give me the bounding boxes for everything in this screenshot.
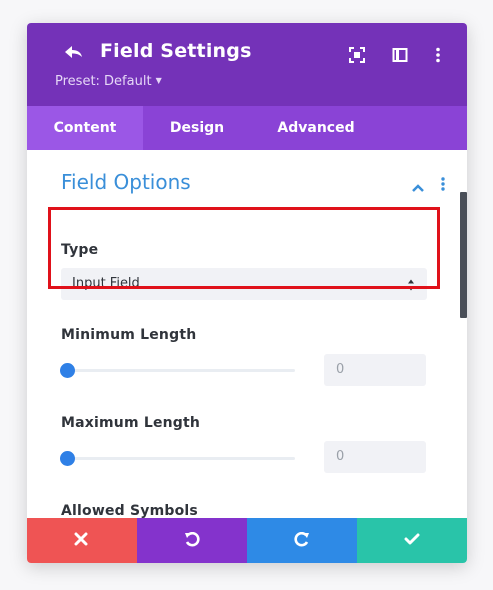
section-more-icon[interactable]	[440, 176, 446, 192]
sidebar-layout-icon[interactable]	[392, 47, 408, 63]
chevron-up-icon[interactable]	[411, 178, 425, 192]
min-length-label: Minimum Length	[61, 327, 197, 343]
modal-header: Field Settings Preset: Default ▼	[27, 23, 467, 106]
tab-design[interactable]: Design	[143, 106, 251, 150]
allowed-symbols-label: Allowed Symbols	[61, 503, 198, 518]
back-arrow-icon[interactable]	[63, 43, 85, 63]
tab-advanced[interactable]: Advanced	[251, 106, 381, 150]
tab-bar: Content Design Advanced	[27, 106, 467, 150]
caret-down-icon: ▼	[155, 76, 162, 85]
max-length-slider-handle[interactable]	[60, 451, 75, 466]
preset-dropdown[interactable]: Preset: Default ▼	[55, 74, 162, 89]
redo-button[interactable]	[247, 518, 357, 563]
min-length-value: 0	[336, 362, 345, 377]
settings-body: Field Options Type Input Field Minimum L…	[27, 150, 467, 518]
highlight-box	[48, 207, 440, 289]
tab-content[interactable]: Content	[27, 106, 143, 150]
undo-icon	[185, 532, 200, 547]
max-length-value: 0	[336, 449, 345, 464]
close-icon	[74, 532, 88, 546]
redo-icon	[294, 532, 309, 547]
save-button[interactable]	[357, 518, 467, 563]
max-length-slider-track[interactable]	[67, 457, 295, 460]
cancel-button[interactable]	[27, 518, 137, 563]
preset-label: Preset: Default	[55, 74, 152, 89]
min-length-slider-track[interactable]	[67, 369, 295, 372]
min-length-slider-handle[interactable]	[60, 363, 75, 378]
section-title[interactable]: Field Options	[61, 170, 191, 194]
max-length-input[interactable]: 0	[324, 441, 426, 473]
settings-modal: Field Settings Preset: Default ▼ Content…	[27, 23, 467, 563]
undo-button[interactable]	[137, 518, 247, 563]
focus-icon[interactable]	[349, 47, 365, 63]
action-bar	[27, 518, 467, 563]
check-icon	[404, 533, 420, 545]
modal-title: Field Settings	[100, 40, 252, 62]
more-vertical-icon[interactable]	[430, 47, 446, 63]
min-length-input[interactable]: 0	[324, 354, 426, 386]
max-length-label: Maximum Length	[61, 415, 201, 431]
scrollbar[interactable]	[460, 192, 467, 318]
